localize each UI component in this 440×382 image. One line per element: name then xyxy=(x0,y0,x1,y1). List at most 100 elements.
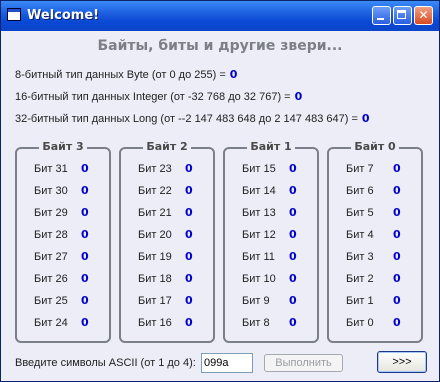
next-button[interactable]: >>> xyxy=(377,351,427,373)
bit-row: Бит 0 0 xyxy=(327,316,423,333)
page-heading: Байты, биты и другие звери... xyxy=(97,38,343,54)
byte-type-info: 8-битный тип данных Byte (от 0 до 255) =… xyxy=(15,68,237,81)
byte-group-title: Байт 2 xyxy=(119,140,215,153)
bit-value: 0 xyxy=(185,162,193,175)
ascii-input-label: Введите символы ASCII (от 1 до 4): xyxy=(15,357,196,369)
byte-group-title-text: Байт 3 xyxy=(39,140,87,153)
byte-group: Байт 1 Бит 15 0 Бит 14 0 Бит 13 0 Бит 12 0 Бит 11… xyxy=(223,140,319,343)
bit-label: Бит 22 xyxy=(138,185,172,197)
bit-label: Бит 0 xyxy=(346,317,374,329)
bit-value: 0 xyxy=(289,250,297,263)
bit-value: 0 xyxy=(289,206,297,219)
bit-label: Бит 24 xyxy=(34,317,68,329)
bit-row: Бит 27 0 xyxy=(15,250,111,267)
window-icon xyxy=(7,8,21,21)
bit-value: 0 xyxy=(185,316,193,329)
bit-row: Бит 21 0 xyxy=(119,206,215,223)
minimize-button[interactable] xyxy=(372,6,391,25)
bit-row: Бит 11 0 xyxy=(223,250,319,267)
bit-value: 0 xyxy=(81,250,89,263)
bit-row: Бит 6 0 xyxy=(327,184,423,201)
bit-label: Бит 18 xyxy=(138,273,172,285)
bit-label: Бит 27 xyxy=(34,251,68,263)
long-type-info: 32-битный тип данных Long (от --2 147 48… xyxy=(15,112,370,125)
bit-value: 0 xyxy=(393,272,401,285)
bit-value: 0 xyxy=(393,184,401,197)
bit-label: Бит 30 xyxy=(34,185,68,197)
bit-label: Бит 5 xyxy=(346,207,374,219)
bit-value: 0 xyxy=(289,294,297,307)
byte-group-title-text: Байт 1 xyxy=(247,140,295,153)
bit-value: 0 xyxy=(81,184,89,197)
bit-value: 0 xyxy=(81,316,89,329)
bit-label: Бит 4 xyxy=(346,229,374,241)
bit-row: Бит 29 0 xyxy=(15,206,111,223)
close-icon: ✕ xyxy=(418,8,429,22)
bit-row: Бит 7 0 xyxy=(327,162,423,179)
bit-row: Бит 31 0 xyxy=(15,162,111,179)
maximize-icon xyxy=(397,10,406,19)
byte-group-title: Байт 3 xyxy=(15,140,111,153)
byte-group-title-text: Байт 2 xyxy=(143,140,191,153)
bit-row: Бит 1 0 xyxy=(327,294,423,311)
run-button[interactable]: Выполнить xyxy=(264,354,343,372)
bit-value: 0 xyxy=(81,228,89,241)
bit-label: Бит 15 xyxy=(242,163,276,175)
bit-value: 0 xyxy=(185,250,193,263)
bit-row: Бит 17 0 xyxy=(119,294,215,311)
bit-value: 0 xyxy=(393,206,401,219)
maximize-button[interactable] xyxy=(393,6,412,25)
bit-label: Бит 10 xyxy=(242,273,276,285)
bit-label: Бит 23 xyxy=(138,163,172,175)
bit-label: Бит 20 xyxy=(138,229,172,241)
bit-row: Бит 10 0 xyxy=(223,272,319,289)
byte-group-title: Байт 0 xyxy=(327,140,423,153)
bit-value: 0 xyxy=(185,184,193,197)
bit-row: Бит 23 0 xyxy=(119,162,215,179)
bit-value: 0 xyxy=(289,228,297,241)
bit-label: Бит 2 xyxy=(346,273,374,285)
bit-row: Бит 3 0 xyxy=(327,250,423,267)
minimize-icon xyxy=(377,18,384,20)
bit-label: Бит 13 xyxy=(242,207,276,219)
bit-row: Бит 2 0 xyxy=(327,272,423,289)
bit-label: Бит 16 xyxy=(138,317,172,329)
bit-label: Бит 26 xyxy=(34,273,68,285)
bit-row: Бит 12 0 xyxy=(223,228,319,245)
bit-label: Бит 7 xyxy=(346,163,374,175)
bit-row: Бит 30 0 xyxy=(15,184,111,201)
bit-value: 0 xyxy=(185,294,193,307)
bit-value: 0 xyxy=(393,316,401,329)
long-type-label: 32-битный тип данных Long (от --2 147 48… xyxy=(15,113,358,125)
bit-row: Бит 22 0 xyxy=(119,184,215,201)
byte-value: 0 xyxy=(229,68,238,81)
ascii-input[interactable] xyxy=(201,353,253,373)
close-button[interactable]: ✕ xyxy=(414,6,433,25)
byte-group: Байт 3 Бит 31 0 Бит 30 0 Бит 29 0 Бит 28 0 Бит 27… xyxy=(15,140,111,343)
bit-label: Бит 8 xyxy=(242,317,270,329)
title-bar[interactable]: Welcome! ✕ xyxy=(1,1,439,31)
bit-value: 0 xyxy=(393,294,401,307)
bit-value: 0 xyxy=(393,250,401,263)
bit-row: Бит 14 0 xyxy=(223,184,319,201)
bit-label: Бит 14 xyxy=(242,185,276,197)
bit-row: Бит 15 0 xyxy=(223,162,319,179)
bit-value: 0 xyxy=(185,228,193,241)
bit-row: Бит 16 0 xyxy=(119,316,215,333)
bit-label: Бит 1 xyxy=(346,295,374,307)
integer-type-label: 16-битный тип данных Integer (от -32 768… xyxy=(15,91,291,103)
bit-row: Бит 19 0 xyxy=(119,250,215,267)
bit-label: Бит 29 xyxy=(34,207,68,219)
bit-label: Бит 6 xyxy=(346,185,374,197)
bit-row: Бит 8 0 xyxy=(223,316,319,333)
bit-label: Бит 28 xyxy=(34,229,68,241)
bit-label: Бит 25 xyxy=(34,295,68,307)
byte-group-title-text: Байт 0 xyxy=(351,140,399,153)
byte-group: Байт 2 Бит 23 0 Бит 22 0 Бит 21 0 Бит 20 0 Бит 19… xyxy=(119,140,215,343)
bit-row: Бит 20 0 xyxy=(119,228,215,245)
byte-group: Байт 0 Бит 7 0 Бит 6 0 Бит 5 0 Бит 4 0 Бит 3 0 Бит … xyxy=(327,140,423,343)
bit-row: Бит 5 0 xyxy=(327,206,423,223)
long-value: 0 xyxy=(361,112,370,125)
bit-value: 0 xyxy=(185,272,193,285)
bit-label: Бит 3 xyxy=(346,251,374,263)
